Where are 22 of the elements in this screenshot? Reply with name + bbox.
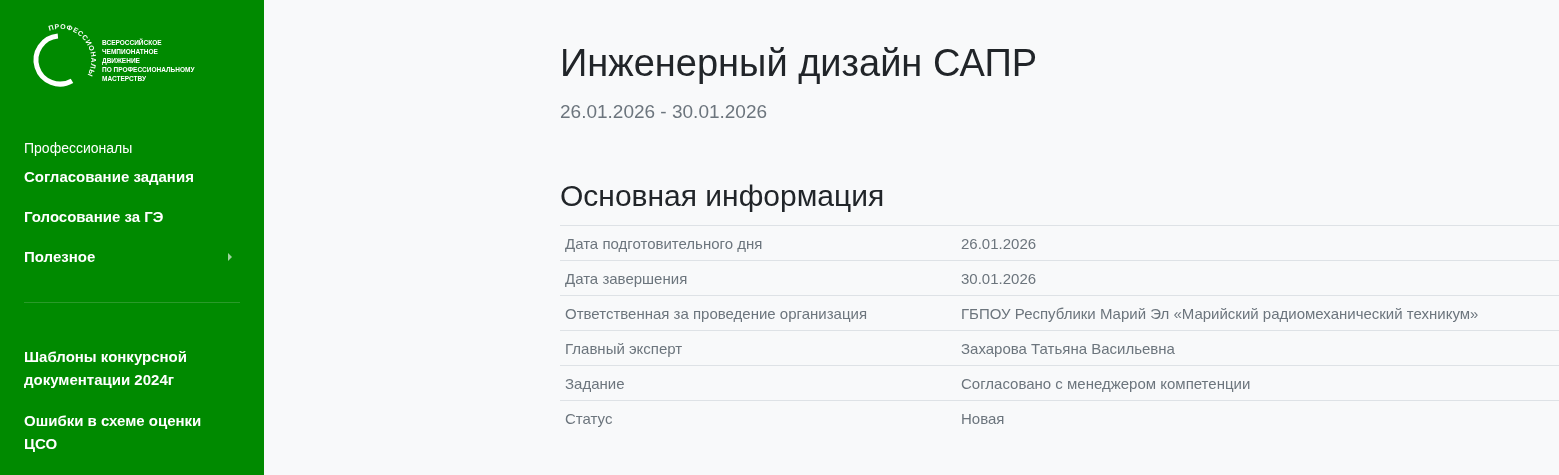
nav-link[interactable]: Согласование задания [24, 168, 240, 186]
section-label: Профессионалы [24, 140, 134, 156]
caret-icon [228, 253, 232, 261]
nav-link[interactable]: Полезное [24, 248, 240, 266]
table-cell: Задание [560, 365, 956, 401]
nav-link[interactable]: Шаблоны конкурсной документации 2024г [24, 345, 224, 391]
table-cell: Дата подготовительного дня [560, 225, 956, 261]
table-cell: Дата завершения [560, 260, 956, 296]
table-cell: ГБПОУ Республики Марий Эл «Марийский радиомеханический техникум» [956, 295, 1559, 331]
table-cell: Ответственная за проведение организация [560, 295, 956, 331]
table-cell: Статус [560, 400, 956, 435]
table-cell: Новая [956, 400, 1559, 435]
table-cell: Захарова Татьяна Васильевна [956, 330, 1559, 366]
table-cell: 30.01.2026 [956, 260, 1559, 296]
date-range: 26.01.2026 - 30.01.2026 [560, 101, 769, 123]
table-cell: Главный эксперт [560, 330, 956, 366]
nav-link[interactable]: Ошибки в схеме оценки ЦСО [24, 409, 224, 455]
page-title: Инженерный дизайн САПР [560, 42, 1039, 85]
nav-link[interactable]: Голосование за ГЭ [24, 208, 240, 226]
section-heading: Основная информация [560, 179, 886, 213]
table-cell: Согласовано с менеджером компетенции [956, 365, 1559, 401]
table-cell: 26.01.2026 [956, 225, 1559, 261]
